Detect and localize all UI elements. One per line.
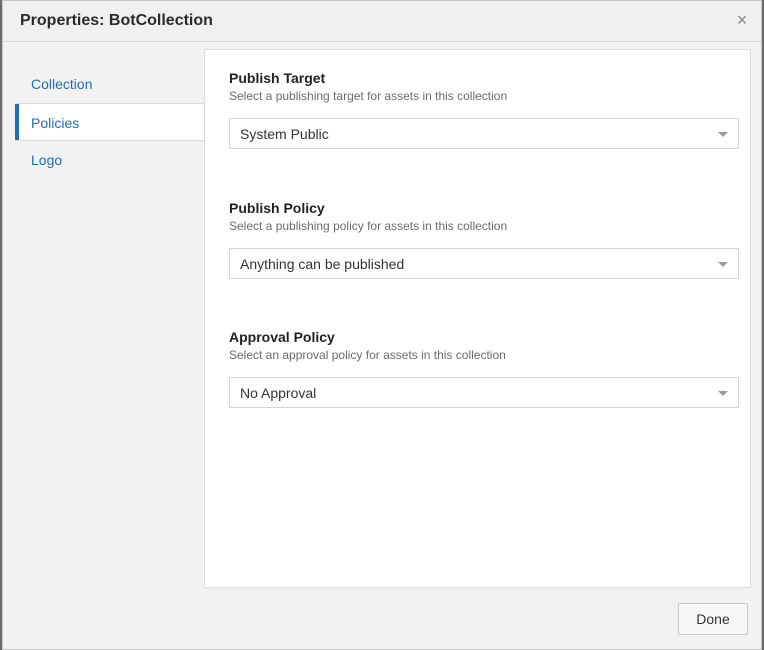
select-value: No Approval bbox=[240, 385, 317, 401]
chevron-down-icon bbox=[718, 262, 728, 267]
publish-policy-section: Publish Policy Select a publishing polic… bbox=[229, 200, 739, 279]
publish-policy-select[interactable]: Anything can be published bbox=[229, 248, 739, 279]
sidebar-item-label: Policies bbox=[31, 115, 80, 131]
select-value: System Public bbox=[240, 126, 329, 142]
select-value: Anything can be published bbox=[240, 256, 405, 272]
publish-target-select[interactable]: System Public bbox=[229, 118, 739, 149]
publish-target-section: Publish Target Select a publishing targe… bbox=[229, 70, 739, 149]
section-title: Publish Policy bbox=[229, 200, 325, 216]
properties-dialog: Properties: BotCollection × Collection P… bbox=[2, 0, 762, 650]
done-button[interactable]: Done bbox=[678, 603, 748, 635]
sidebar-item-policies[interactable]: Policies bbox=[15, 103, 205, 141]
close-icon[interactable]: × bbox=[732, 9, 752, 31]
policies-panel: Publish Target Select a publishing targe… bbox=[204, 49, 751, 588]
dialog-header: Properties: BotCollection × bbox=[3, 1, 761, 42]
approval-policy-section: Approval Policy Select an approval polic… bbox=[229, 329, 739, 408]
section-title: Publish Target bbox=[229, 70, 326, 86]
sidebar-item-logo[interactable]: Logo bbox=[15, 141, 205, 179]
approval-policy-select[interactable]: No Approval bbox=[229, 377, 739, 408]
section-description: Select a publishing target for assets in… bbox=[229, 89, 508, 103]
sidebar-item-label: Logo bbox=[31, 152, 63, 168]
section-description: Select an approval policy for assets in … bbox=[229, 348, 506, 362]
chevron-down-icon bbox=[718, 132, 728, 137]
sidebar-item-label: Collection bbox=[31, 76, 93, 92]
chevron-down-icon bbox=[718, 391, 728, 396]
section-description: Select a publishing policy for assets in… bbox=[229, 219, 508, 233]
dialog-title: Properties: BotCollection bbox=[20, 12, 213, 29]
sidebar-item-collection[interactable]: Collection bbox=[15, 65, 205, 103]
sidebar-nav: Collection Policies Logo bbox=[15, 65, 205, 179]
section-title: Approval Policy bbox=[229, 329, 335, 345]
